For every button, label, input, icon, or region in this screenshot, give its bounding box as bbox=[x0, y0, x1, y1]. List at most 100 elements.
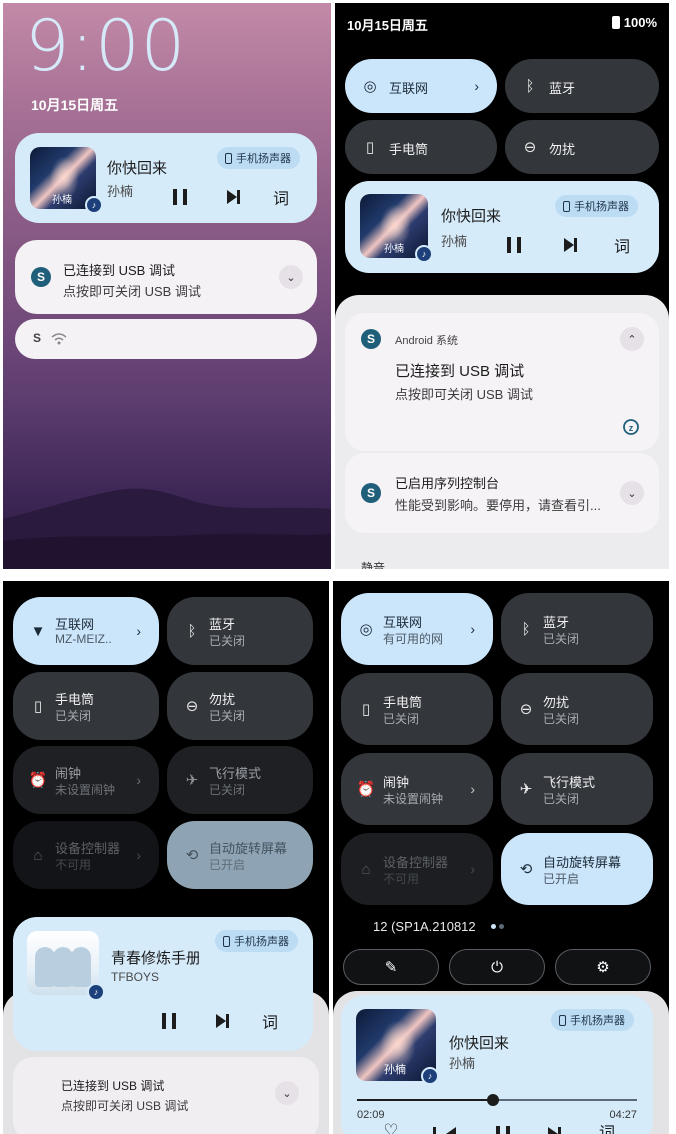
tile-label: 设备控制器 bbox=[55, 841, 121, 856]
bluetooth-icon: ᛒ bbox=[525, 77, 535, 95]
tile-internet[interactable]: ◎ 互联网 › bbox=[345, 59, 497, 113]
app-badge-icon: ♪ bbox=[85, 196, 103, 214]
tile-auto-rotate[interactable]: ⟲ 自动旋转屏幕 已开启 bbox=[501, 833, 653, 905]
usb-debug-notification[interactable]: 已连接到 USB 调试 点按即可关闭 USB 调试 ⌄ bbox=[13, 1057, 319, 1134]
tile-airplane[interactable]: ✈ 飞行模式 已关闭 bbox=[167, 746, 313, 814]
phone-icon bbox=[225, 152, 232, 164]
tile-dnd[interactable]: ⊖ 勿扰 已关闭 bbox=[501, 673, 653, 745]
tile-sublabel: 已关闭 bbox=[383, 712, 420, 726]
tile-bluetooth[interactable]: ᛒ 蓝牙 已关闭 bbox=[167, 597, 313, 665]
notif-app-name: Android 系统 bbox=[395, 335, 458, 347]
next-button[interactable] bbox=[220, 185, 244, 209]
alarm-icon: ⏰ bbox=[356, 781, 376, 798]
tile-label: 勿扰 bbox=[543, 695, 570, 710]
page-indicator-active bbox=[491, 924, 496, 929]
tile-label: 蓝牙 bbox=[549, 81, 576, 96]
expand-chevron-icon[interactable]: ⌄ bbox=[620, 481, 644, 505]
output-chip[interactable]: 手机扬声器 bbox=[555, 195, 638, 217]
tile-sublabel: MZ-MEIZ.. bbox=[55, 632, 112, 646]
pause-button[interactable] bbox=[157, 1009, 181, 1033]
notif-subtitle: 点按即可关闭 USB 调试 bbox=[61, 1099, 189, 1113]
output-chip[interactable]: 手机扬声器 bbox=[215, 930, 298, 952]
edit-button[interactable]: ✎ bbox=[343, 949, 439, 985]
battery-icon bbox=[611, 16, 620, 29]
tile-alarm[interactable]: ⏰ 闹钟 未设置闹钟 › bbox=[341, 753, 493, 825]
globe-icon: ◎ bbox=[363, 78, 377, 95]
media-player-card[interactable]: 孙楠 ♪ 你快回来 孙楠 手机扬声器 02:09 04:27 ♡ 词 bbox=[341, 995, 653, 1134]
mountain-silhouette bbox=[3, 488, 331, 569]
app-badge-icon: ♪ bbox=[87, 983, 105, 1001]
dnd-icon: ⊖ bbox=[185, 698, 199, 715]
build-number[interactable]: 12 (SP1A.210812 bbox=[373, 919, 476, 934]
phone-icon bbox=[223, 935, 230, 947]
tile-sublabel: 已关闭 bbox=[543, 792, 580, 806]
tile-sublabel: 已开启 bbox=[543, 872, 580, 886]
seekbar-track[interactable] bbox=[357, 1094, 637, 1106]
tile-flashlight[interactable]: ▯ 手电筒 已关闭 bbox=[13, 672, 159, 740]
media-player-card[interactable]: 孙楠 ♪ 你快回来 孙楠 手机扬声器 词 bbox=[15, 133, 317, 223]
pause-button[interactable] bbox=[491, 1122, 515, 1134]
tile-flashlight[interactable]: ▯ 手电筒 bbox=[345, 120, 497, 174]
phone-icon bbox=[563, 200, 570, 212]
flashlight-icon: ▯ bbox=[365, 139, 375, 156]
tile-internet[interactable]: ◎ 互联网 有可用的网 › bbox=[341, 593, 493, 665]
pause-button[interactable] bbox=[502, 233, 526, 257]
tile-auto-rotate[interactable]: ⟲ 自动旋转屏幕 已开启 bbox=[167, 821, 313, 889]
snooze-icon[interactable]: z bbox=[621, 416, 641, 436]
airplane-icon: ✈ bbox=[519, 781, 533, 798]
lyrics-button[interactable]: 词 bbox=[258, 1009, 282, 1033]
tile-sublabel: 未设置闹钟 bbox=[55, 783, 116, 797]
collapse-chevron-icon[interactable]: ⌃ bbox=[620, 327, 644, 351]
heart-icon: ♡ bbox=[383, 1121, 399, 1134]
tile-dnd[interactable]: ⊖ 勿扰 bbox=[505, 120, 659, 174]
serial-console-notification[interactable]: S 已启用序列控制台 性能受到影响。要停用，请查看引... ⌄ bbox=[345, 453, 659, 533]
tile-device-controls[interactable]: ⌂ 设备控制器 不可用 › bbox=[13, 821, 159, 889]
expand-chevron-icon[interactable]: ⌄ bbox=[279, 265, 303, 289]
lockscreen-panel: 9:00 10月15日周五 孙楠 ♪ 你快回来 孙楠 手机扬声器 词 S 已连接… bbox=[3, 3, 331, 569]
alarm-icon: ⏰ bbox=[28, 772, 48, 789]
next-button[interactable] bbox=[541, 1122, 565, 1134]
notif-title: 已启用序列控制台 bbox=[395, 476, 500, 491]
tile-device-controls[interactable]: ⌂ 设备控制器 不可用 › bbox=[341, 833, 493, 905]
seekbar-thumb[interactable] bbox=[486, 1094, 499, 1106]
tile-label: 自动旋转屏幕 bbox=[209, 841, 288, 856]
media-player-card[interactable]: 孙楠 ♪ 你快回来 孙楠 手机扬声器 词 bbox=[345, 181, 659, 273]
lyrics-button[interactable]: 词 bbox=[610, 233, 634, 257]
chevron-right-icon: › bbox=[474, 78, 479, 94]
notif-subtitle: 性能受到影响。要停用，请查看引... bbox=[395, 498, 601, 513]
tile-sublabel: 有可用的网 bbox=[383, 632, 444, 646]
expand-chevron-icon[interactable]: ⌄ bbox=[275, 1081, 299, 1105]
tile-bluetooth[interactable]: ᛒ 蓝牙 已关闭 bbox=[501, 593, 653, 665]
output-label: 手机扬声器 bbox=[574, 201, 629, 213]
next-button[interactable] bbox=[557, 233, 581, 257]
phone-icon bbox=[559, 1014, 566, 1026]
output-chip[interactable]: 手机扬声器 bbox=[551, 1009, 634, 1031]
tile-sublabel: 已关闭 bbox=[543, 712, 580, 726]
output-chip[interactable]: 手机扬声器 bbox=[217, 147, 300, 169]
settings-button[interactable]: ⚙ bbox=[555, 949, 651, 985]
tile-internet[interactable]: ▼ 互联网 MZ-MEIZ.. › bbox=[13, 597, 159, 665]
media-artist: 孙楠 bbox=[107, 184, 134, 199]
power-button[interactable]: ⏻ bbox=[449, 949, 545, 985]
album-art-text: 孙楠 bbox=[384, 244, 404, 255]
media-player-card[interactable]: ♪ 青春修炼手册 TFBOYS 手机扬声器 词 bbox=[13, 917, 313, 1051]
lyrics-button[interactable]: 词 bbox=[595, 1119, 619, 1134]
globe-icon: ◎ bbox=[359, 621, 373, 638]
tile-flashlight[interactable]: ▯ 手电筒 已关闭 bbox=[341, 673, 493, 745]
usb-debug-notification[interactable]: S 已连接到 USB 调试 点按即可关闭 USB 调试 ⌄ bbox=[15, 240, 317, 314]
tile-label: 飞行模式 bbox=[209, 766, 262, 781]
previous-button[interactable] bbox=[433, 1122, 463, 1134]
tile-label: 互联网 bbox=[383, 615, 423, 630]
lyrics-button[interactable]: 词 bbox=[269, 185, 293, 209]
tile-airplane[interactable]: ✈ 飞行模式 已关闭 bbox=[501, 753, 653, 825]
tile-label: 设备控制器 bbox=[383, 855, 449, 870]
pause-button[interactable] bbox=[168, 185, 192, 209]
quick-settings-panel-expanded-b: ◎ 互联网 有可用的网 › ᛒ 蓝牙 已关闭 ▯ 手电筒 已关闭 ⊖ 勿扰 已关… bbox=[333, 581, 669, 1134]
tile-alarm[interactable]: ⏰ 闹钟 未设置闹钟 › bbox=[13, 746, 159, 814]
tile-bluetooth[interactable]: ᛒ 蓝牙 bbox=[505, 59, 659, 113]
tile-dnd[interactable]: ⊖ 勿扰 已关闭 bbox=[167, 672, 313, 740]
usb-debug-notification-expanded[interactable]: S Android 系统 ⌃ 已连接到 USB 调试 点按即可关闭 USB 调试… bbox=[345, 313, 659, 451]
favorite-button[interactable]: ♡ bbox=[379, 1119, 403, 1134]
next-button[interactable] bbox=[209, 1009, 233, 1033]
tile-label: 蓝牙 bbox=[209, 617, 236, 632]
